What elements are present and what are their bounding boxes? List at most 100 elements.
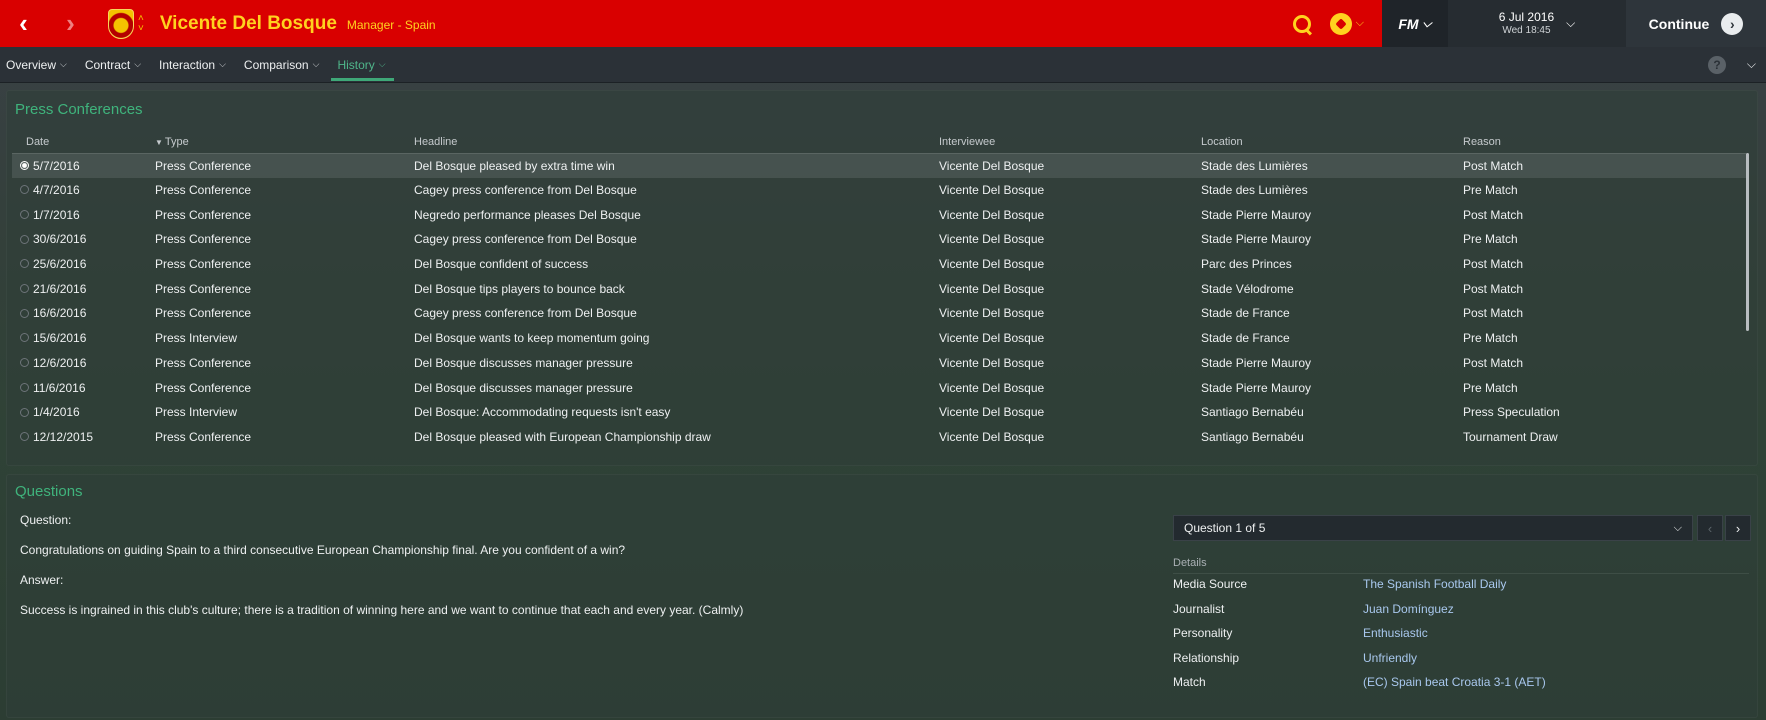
cell-reason: Post Match [1463,158,1524,173]
cell-interviewee: Vicente Del Bosque [939,355,1045,370]
cell-reason: Tournament Draw [1463,429,1558,444]
column-header-date[interactable]: Date [12,131,155,154]
row-select-radio[interactable] [20,308,29,318]
cell-reason: Post Match [1463,257,1524,272]
cell-location: Stade de France [1201,306,1290,321]
cell-date: 1/4/2016 [12,400,155,425]
table-row[interactable]: 5/7/2016 Press Conference Del Bosque pleas… [12,153,1746,178]
row-select-radio[interactable] [20,210,29,220]
table-row[interactable]: 11/6/2016 Press Conference Del Bosque disc… [12,375,1746,400]
row-select-radio[interactable] [20,333,29,343]
cell-headline: Del Bosque discusses manager pressure [414,380,633,395]
row-select-radio[interactable] [20,234,29,244]
cell-location: Parc des Princes [1201,257,1292,272]
tab-comparison[interactable]: Comparison ⌵ [238,47,328,83]
fm-menu-button[interactable]: FM ⌵ [1382,0,1448,47]
column-header-headline[interactable]: Headline [414,131,939,154]
chevron-down-icon: ⌵ [134,59,142,69]
table-row[interactable]: 1/4/2016 Press Interview Del Bosque: Accom… [12,400,1746,425]
column-header-interviewee[interactable]: Interviewee [939,131,1201,154]
table-row[interactable]: 30/6/2016 Press Conference Cagey press con… [12,227,1746,252]
media-source-link[interactable]: The Spanish Football Daily [1363,577,1506,591]
back-arrow-icon[interactable]: ‹ [0,0,47,47]
chevron-down-icon: ⌵ [219,59,226,69]
row-date: 12/12/2015 [33,429,94,444]
tab-overview[interactable]: Overview ⌵ [0,47,75,83]
cell-location: Stade Pierre Mauroy [1201,380,1312,395]
cell-interviewee: Vicente Del Bosque [939,281,1045,296]
cell-type: Press Interview [155,331,238,346]
football-icon [1329,12,1352,35]
column-header-location[interactable]: Location [1201,131,1463,154]
row-select-radio[interactable] [20,284,29,294]
detail-label: Personality [1173,626,1233,640]
cell-reason: Press Speculation [1463,405,1560,420]
cell-date: 30/6/2016 [12,227,155,252]
panel-title: Questions [15,483,83,500]
tab-contract[interactable]: Contract ⌵ [79,47,149,83]
row-date: 1/4/2016 [33,405,80,420]
cell-location: Santiago Bernabéu [1201,405,1304,420]
table-row[interactable]: 4/7/2016 Press Conference Cagey press conf… [12,178,1746,203]
forward-arrow-icon[interactable]: › [47,0,94,47]
search-icon[interactable] [1292,14,1312,34]
row-select-radio[interactable] [20,358,29,368]
date-button[interactable]: 6 Jul 2016 Wed 18:45 ⌵ [1448,0,1626,47]
press-conferences-table: Date ▼ Type Headline Interviewee Location… [12,131,1746,449]
table-row[interactable]: 12/12/2015 Press Conference Del Bosque ple… [12,425,1746,450]
chevron-down-icon[interactable]: ⌵ [1747,57,1756,72]
cell-location: Santiago Bernabéu [1201,429,1304,444]
vertical-scrollbar[interactable] [1746,153,1749,331]
continue-button[interactable]: Continue › [1626,0,1766,47]
cell-headline: Negredo performance pleases Del Bosque [414,207,641,222]
cell-type: Press Interview [155,405,238,420]
question-selector-value: Question 1 of 5 [1184,521,1266,535]
detail-label: Journalist [1173,602,1225,616]
table-row[interactable]: 25/6/2016 Press Conference Del Bosque conf… [12,252,1746,277]
answer-label: Answer: [20,573,64,587]
row-date: 15/6/2016 [33,331,87,346]
tab-interaction[interactable]: Interaction ⌵ [153,47,234,83]
cell-reason: Pre Match [1463,232,1518,247]
row-select-radio[interactable] [20,407,29,417]
cell-type: Press Conference [155,183,252,198]
question-label: Question: [20,513,72,527]
table-row[interactable]: 21/6/2016 Press Conference Del Bosque tips… [12,276,1746,301]
current-date: 6 Jul 2016 [1498,9,1555,24]
cell-interviewee: Vicente Del Bosque [939,232,1045,247]
row-select-radio[interactable] [20,160,29,170]
club-menu-button[interactable]: ⌵ [1329,12,1364,35]
cell-headline: Del Bosque confident of success [414,257,589,272]
row-date: 11/6/2016 [33,380,86,395]
match-link[interactable]: (EC) Spain beat Croatia 3-1 (AET) [1363,675,1546,689]
cell-type: Press Conference [155,306,252,321]
manager-name[interactable]: Vicente Del Bosque [160,13,337,35]
manager-role[interactable]: Manager - Spain [347,18,436,32]
row-select-radio[interactable] [20,382,29,392]
chevron-down-icon: ⌵ [1355,17,1364,29]
crest-switch-icon[interactable]: ˄ ˅ [138,13,144,34]
column-header-reason[interactable]: Reason [1463,131,1746,154]
spain-crest-icon[interactable] [108,8,134,39]
next-question-button[interactable]: › [1725,515,1751,541]
cell-reason: Pre Match [1463,183,1518,198]
row-select-radio[interactable] [20,432,29,442]
question-selector[interactable]: Question 1 of 5 ⌵ [1173,515,1693,541]
journalist-link[interactable]: Juan Domínguez [1363,602,1454,616]
row-select-radio[interactable] [20,185,29,195]
tab-history[interactable]: History ⌵ [331,47,394,83]
row-select-radio[interactable] [20,259,29,269]
cell-location: Stade des Lumières [1201,183,1308,198]
table-row[interactable]: 16/6/2016 Press Conference Cagey press con… [12,301,1746,326]
previous-question-button[interactable]: ‹ [1697,515,1723,541]
fm-logo: FM [1398,15,1419,32]
cell-date: 1/7/2016 [12,202,155,227]
cell-interviewee: Vicente Del Bosque [939,306,1045,321]
table-row[interactable]: 1/7/2016 Press Conference Negredo performa… [12,202,1746,227]
table-row[interactable]: 12/6/2016 Press Conference Del Bosque disc… [12,351,1746,376]
cell-headline: Cagey press conference from Del Bosque [414,306,637,321]
help-icon[interactable]: ? [1708,56,1726,74]
table-row[interactable]: 15/6/2016 Press Interview Del Bosque wants… [12,326,1746,351]
column-header-type[interactable]: ▼ Type [155,131,414,154]
row-date: 30/6/2016 [33,232,87,247]
